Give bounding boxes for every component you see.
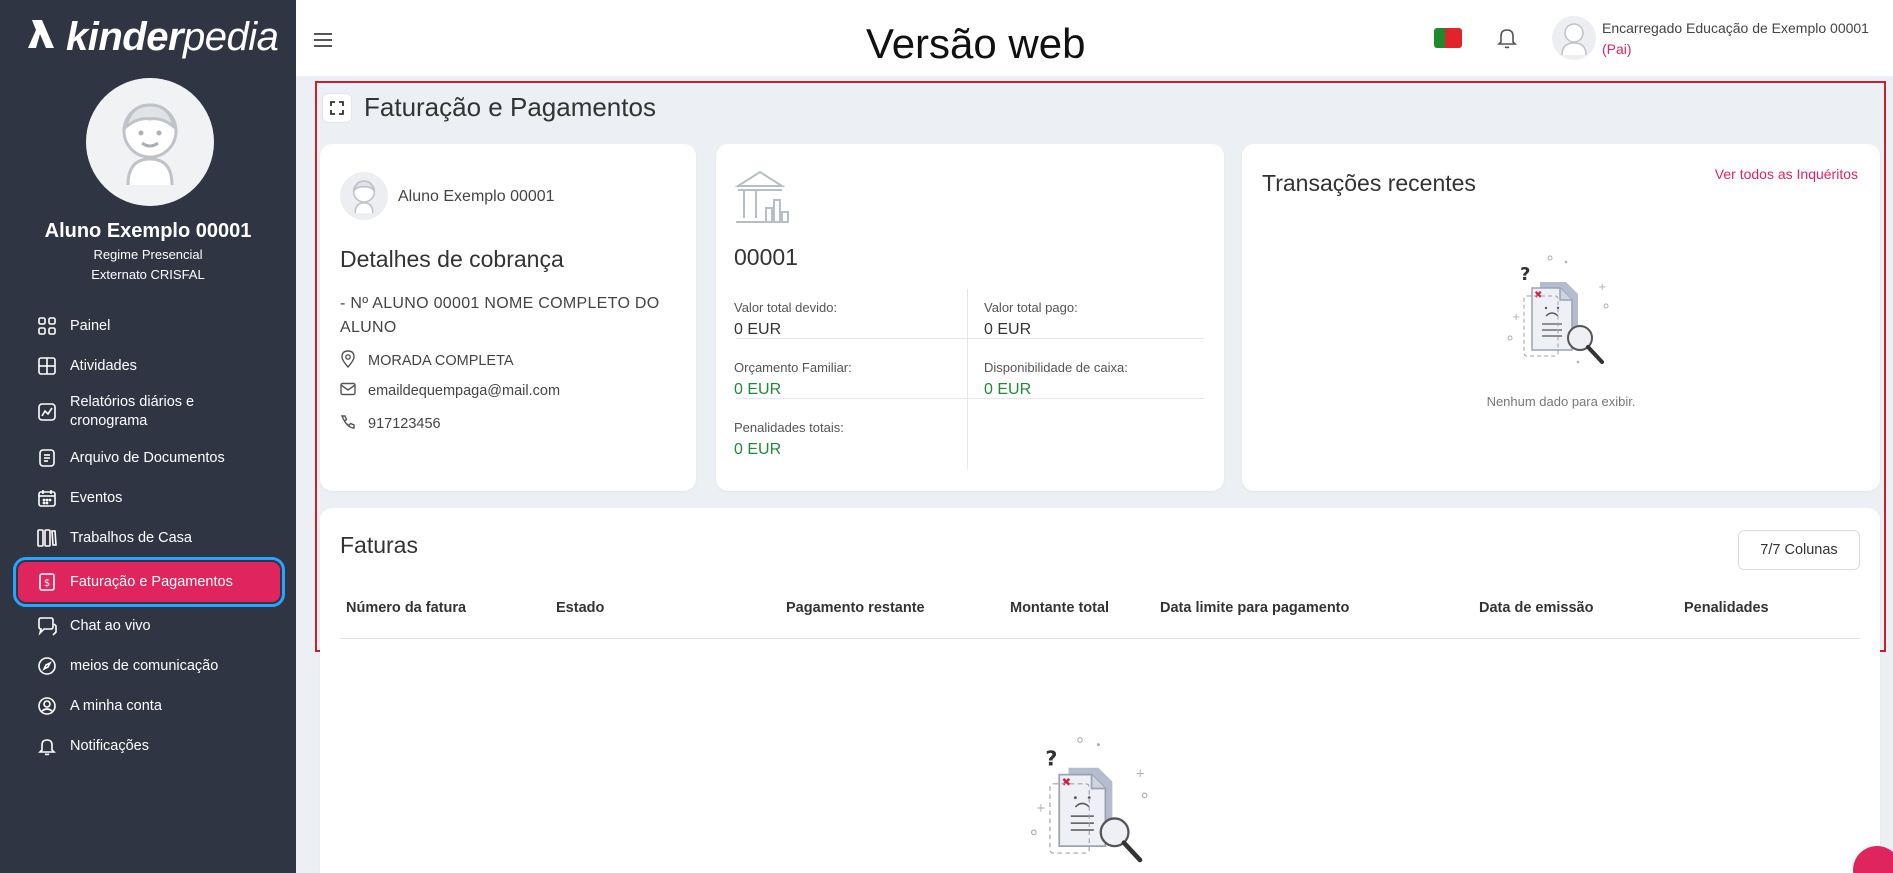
chart-icon xyxy=(36,401,58,423)
table-header-divider xyxy=(340,638,1860,639)
kid-avatar-icon xyxy=(352,180,376,214)
billing-email-row: emaildequempaga@mail.com xyxy=(340,382,560,400)
chat-icon xyxy=(36,615,58,637)
sidebar-nav: Painel Atividades Relatórios diários e c… xyxy=(13,306,285,766)
version-title: Versão web xyxy=(866,20,1086,67)
page-header: Faturação e Pagamentos xyxy=(322,92,656,123)
billing-student-line: - Nº ALUNO 00001 NOME COMPLETO DO ALUNO xyxy=(340,295,660,336)
invoices-empty-state-icon: ? ✖ + + xyxy=(1020,720,1170,873)
sidebar-item-meios[interactable]: meios de comunicação xyxy=(18,646,280,686)
total-penalties: Penalidades totais: 0 EUR xyxy=(734,420,844,458)
books-icon xyxy=(36,527,58,549)
student-regime: Regime Presencial xyxy=(93,247,203,262)
columns-button[interactable]: 7/7 Colunas xyxy=(1738,530,1860,570)
total-paid: Valor total pago: 0 EUR xyxy=(984,300,1078,338)
grid-icon xyxy=(36,315,58,337)
document-icon xyxy=(36,447,58,469)
invoice-icon: $ xyxy=(36,571,58,593)
user-circle-icon xyxy=(36,695,58,717)
user-avatar[interactable] xyxy=(1552,16,1596,60)
mail-icon xyxy=(340,382,356,400)
sidebar-item-eventos[interactable]: Eventos xyxy=(18,478,280,518)
page-title: Faturação e Pagamentos xyxy=(364,92,656,122)
total-penalties-value: 0 EUR xyxy=(734,441,782,458)
svg-text:+: + xyxy=(1598,282,1606,293)
student-avatar[interactable] xyxy=(86,78,214,206)
cash-availability-value: 0 EUR xyxy=(984,381,1032,398)
transactions-heading: Transações recentes xyxy=(1262,170,1476,196)
invoices-heading: Faturas xyxy=(340,532,418,558)
sidebar-item-faturacao[interactable]: $ Faturação e Pagamentos xyxy=(13,557,285,607)
student-mini-avatar xyxy=(340,172,388,220)
column-header-status[interactable]: Estado xyxy=(556,600,604,616)
billing-details-card: Aluno Exemplo 00001 Detalhes de cobrança… xyxy=(320,144,696,491)
no-data-text: Nenhum dado para exibir. xyxy=(1486,394,1636,409)
svg-text:+: + xyxy=(1135,766,1145,780)
sidebar-item-relatorios[interactable]: Relatórios diários e cronograma xyxy=(18,386,280,438)
recent-transactions-card: Transações recentes Ver todos as Inquéri… xyxy=(1242,144,1880,491)
svg-text:+: + xyxy=(1512,312,1520,323)
cash-availability: Disponibilidade de caixa: 0 EUR xyxy=(984,360,1128,398)
portugal-flag-icon[interactable] xyxy=(1434,28,1462,48)
compass-icon xyxy=(36,655,58,677)
logo-mark-icon xyxy=(28,16,58,58)
billing-heading: Detalhes de cobrança xyxy=(340,246,564,272)
summary-divider xyxy=(967,289,968,469)
svg-text:$: $ xyxy=(44,578,50,589)
notifications-bell-icon[interactable] xyxy=(1496,26,1518,55)
billing-phone-row: 917123456 xyxy=(340,414,441,434)
sidebar-item-chat[interactable]: Chat ao vivo xyxy=(18,606,280,646)
sidebar: kinderpedia Aluno Exemplo 00001 Regime P… xyxy=(0,0,296,873)
billing-student-name: Aluno Exemplo 00001 xyxy=(398,188,555,205)
top-bar: Versão web Encarregado Educação de Exemp… xyxy=(296,0,1893,76)
column-header-issue-date[interactable]: Data de emissão xyxy=(1479,600,1593,616)
svg-text:✖: ✖ xyxy=(1062,775,1072,789)
invoices-card: Faturas 7/7 Colunas Número da fatura Est… xyxy=(320,508,1880,873)
account-summary-card: 00001 Valor total devido: 0 EUR Valor to… xyxy=(716,144,1224,491)
account-number: 00001 xyxy=(734,244,798,270)
kinderpedia-logo[interactable]: kinderpedia xyxy=(28,16,279,58)
kid-avatar-icon xyxy=(122,103,178,186)
location-pin-icon xyxy=(340,350,356,372)
total-due: Valor total devido: 0 EUR xyxy=(734,300,838,338)
phone-icon xyxy=(340,414,356,434)
family-budget: Orçamento Familiar: 0 EUR xyxy=(734,360,852,398)
svg-text:?: ? xyxy=(1045,746,1057,770)
parent-avatar-icon xyxy=(1561,23,1587,55)
sidebar-item-notificacoes[interactable]: Notificações xyxy=(18,726,280,766)
menu-icon[interactable] xyxy=(314,24,334,55)
column-header-remaining-payment[interactable]: Pagamento restante xyxy=(786,600,925,616)
total-paid-value: 0 EUR xyxy=(984,321,1032,338)
empty-state-icon: ? ✖ + + xyxy=(1498,250,1628,375)
layout-icon xyxy=(36,355,58,377)
column-header-due-date[interactable]: Data limite para pagamento xyxy=(1160,600,1349,616)
expand-icon[interactable] xyxy=(322,92,352,123)
column-header-invoice-number[interactable]: Número da fatura xyxy=(346,600,466,616)
student-school: Externato CRISFAL xyxy=(91,267,205,282)
family-budget-value: 0 EUR xyxy=(734,381,782,398)
svg-text:+: + xyxy=(1036,801,1046,815)
sidebar-item-arquivo[interactable]: Arquivo de Documentos xyxy=(18,438,280,478)
view-all-link[interactable]: Ver todos as Inquéritos xyxy=(1715,166,1858,182)
column-header-penalties[interactable]: Penalidades xyxy=(1684,600,1769,616)
sidebar-item-painel[interactable]: Painel xyxy=(18,306,280,346)
student-name: Aluno Exemplo 00001 xyxy=(44,220,252,242)
bank-icon xyxy=(734,168,790,235)
bell-icon xyxy=(36,735,58,757)
billing-address-row: MORADA COMPLETA xyxy=(340,350,514,372)
svg-text:?: ? xyxy=(1520,264,1530,285)
user-name[interactable]: Encarregado Educação de Exemplo 00001 xyxy=(1602,20,1869,36)
calendar-icon xyxy=(36,487,58,509)
user-role: (Pai) xyxy=(1602,41,1632,57)
sidebar-item-atividades[interactable]: Atividades xyxy=(18,346,280,386)
total-due-value: 0 EUR xyxy=(734,321,782,338)
column-header-total-amount[interactable]: Montante total xyxy=(1010,600,1109,616)
sidebar-item-conta[interactable]: A minha conta xyxy=(18,686,280,726)
sidebar-item-trabalhos[interactable]: Trabalhos de Casa xyxy=(18,518,280,558)
